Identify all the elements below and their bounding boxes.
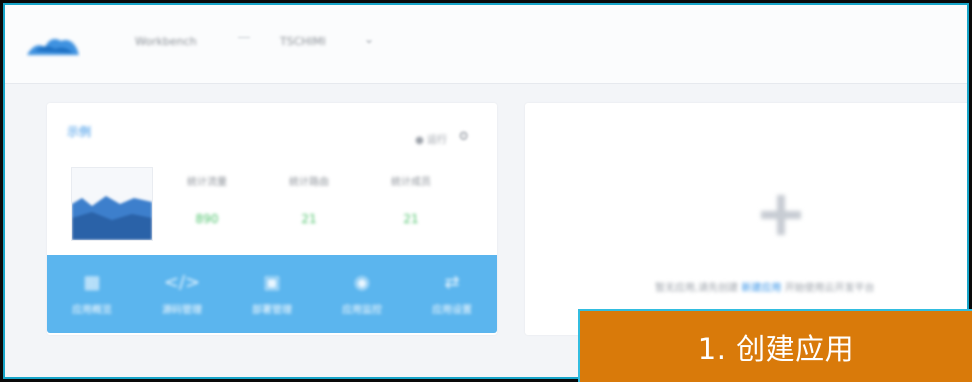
- dashboard-icon: ▦: [83, 271, 101, 293]
- breadcrumb-separator: [238, 37, 250, 38]
- hint-text-suffix: 开始使用云开发平台: [784, 283, 875, 294]
- action-label: 应用设置: [432, 304, 472, 316]
- step-callout-text: 1. 创建应用: [697, 331, 855, 366]
- create-app-link[interactable]: 新建应用: [741, 283, 781, 294]
- plus-icon[interactable]: [761, 195, 801, 235]
- stat-members: 统计成员 21: [371, 173, 451, 226]
- chevron-down-icon[interactable]: ⌄: [364, 32, 374, 46]
- app-action-bar: ▦ 应用概览 </> 源码管理 ▣ 部署管理 ◉ 应用监控 ⇄ 应用设置: [47, 255, 497, 333]
- stat-value: 890: [195, 212, 219, 226]
- action-source[interactable]: </> 源码管理: [147, 271, 217, 316]
- app-thumbnail: [71, 167, 153, 241]
- app-card-title[interactable]: 示例: [67, 123, 91, 140]
- stat-value: 21: [301, 212, 317, 226]
- code-icon: </>: [163, 271, 201, 293]
- stat-traffic: 统计流量 890: [167, 173, 247, 226]
- action-label: 部署管理: [252, 304, 292, 316]
- breadcrumb-workbench[interactable]: Workbench: [135, 35, 197, 48]
- gear-icon[interactable]: ⚙: [458, 129, 469, 143]
- cloud-logo-icon[interactable]: [25, 27, 81, 61]
- app-card[interactable]: 示例 ● 运行 ⚙ 统计流量 890 统计路由 21 统计成员 21 ▦ 应用概…: [47, 103, 497, 335]
- monitor-icon: ◉: [354, 271, 370, 293]
- action-label: 应用概览: [72, 304, 112, 316]
- stat-value: 21: [403, 212, 419, 226]
- create-app-hint: 暂无应用,请先创建 新建应用 开始使用云开发平台: [655, 279, 875, 294]
- stat-label: 统计成员: [391, 177, 431, 188]
- create-app-card[interactable]: 暂无应用,请先创建 新建应用 开始使用云开发平台: [525, 103, 967, 335]
- stat-label: 统计路由: [289, 177, 329, 188]
- action-deploy[interactable]: ▣ 部署管理: [237, 271, 307, 316]
- action-settings[interactable]: ⇄ 应用设置: [417, 271, 487, 316]
- top-navbar: Workbench TSCHIMI ⌄: [5, 5, 967, 84]
- action-monitor[interactable]: ◉ 应用监控: [327, 271, 397, 316]
- breadcrumb-project[interactable]: TSCHIMI: [280, 35, 326, 48]
- stat-routes: 统计路由 21: [269, 173, 349, 226]
- step-callout: 1. 创建应用: [578, 309, 972, 382]
- settings-icon: ⇄: [444, 271, 460, 293]
- action-label: 应用监控: [342, 304, 382, 316]
- hint-text: 暂无应用,请先创建: [655, 283, 739, 294]
- action-overview[interactable]: ▦ 应用概览: [57, 271, 127, 316]
- stat-label: 统计流量: [187, 177, 227, 188]
- app-status: ● 运行: [415, 135, 447, 146]
- deploy-icon: ▣: [263, 271, 281, 293]
- action-label: 源码管理: [162, 304, 202, 316]
